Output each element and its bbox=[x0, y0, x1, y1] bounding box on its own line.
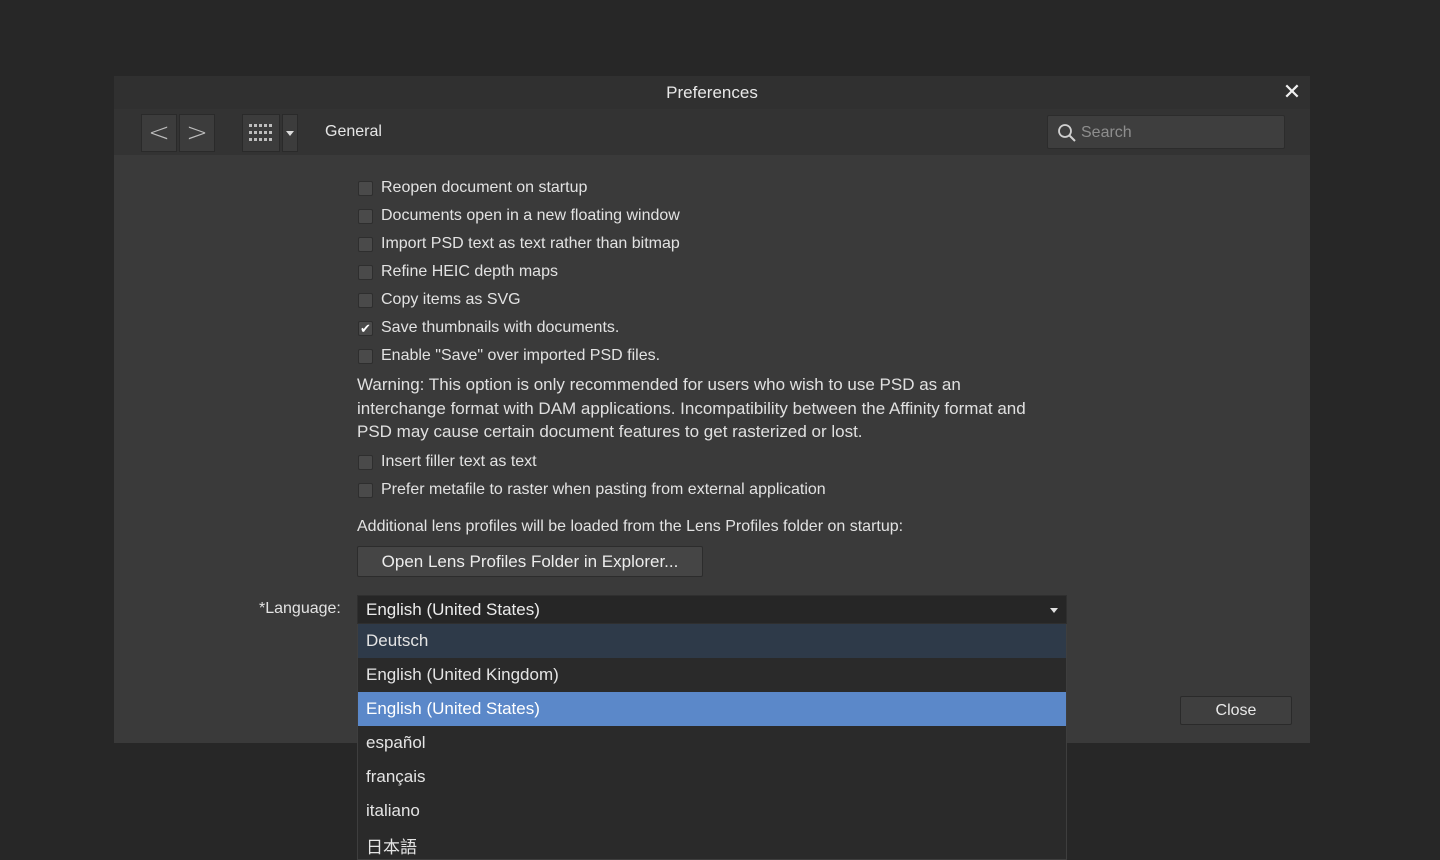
language-select[interactable]: English (United States) bbox=[357, 595, 1067, 624]
option-enable-save-psd[interactable]: Enable "Save" over imported PSD files. bbox=[358, 345, 660, 367]
lens-profiles-note: Additional lens profiles will be loaded … bbox=[357, 518, 904, 535]
checkbox[interactable] bbox=[358, 180, 373, 196]
back-button[interactable]: < bbox=[141, 114, 177, 152]
checkbox[interactable] bbox=[358, 264, 373, 280]
open-lens-folder-button[interactable]: Open Lens Profiles Folder in Explorer... bbox=[357, 546, 703, 577]
forward-button[interactable]: > bbox=[179, 114, 215, 152]
option-floating-window[interactable]: Documents open in a new floating window bbox=[358, 205, 680, 227]
checkbox[interactable] bbox=[358, 348, 373, 364]
language-select-value: English (United States) bbox=[366, 599, 540, 619]
option-refine-heic[interactable]: Refine HEIC depth maps bbox=[358, 261, 558, 283]
language-option[interactable]: English (United States) bbox=[358, 692, 1066, 726]
option-filler-text[interactable]: Insert filler text as text bbox=[358, 451, 537, 473]
chevron-down-icon[interactable] bbox=[1050, 608, 1058, 613]
psd-warning-text: Warning: This option is only recommended… bbox=[357, 375, 1026, 441]
option-label: Prefer metafile to raster when pasting f… bbox=[381, 481, 826, 498]
search-input[interactable]: Search bbox=[1047, 115, 1285, 149]
checkbox[interactable] bbox=[358, 236, 373, 252]
option-label: Refine HEIC depth maps bbox=[381, 263, 558, 280]
chevron-right-icon: > bbox=[186, 118, 208, 148]
option-copy-svg[interactable]: Copy items as SVG bbox=[358, 289, 521, 311]
option-save-thumbnails[interactable]: ✔ Save thumbnails with documents. bbox=[358, 317, 619, 339]
grid-icon bbox=[249, 124, 272, 141]
option-reopen-document[interactable]: Reopen document on startup bbox=[358, 177, 587, 199]
close-icon[interactable]: ✕ bbox=[1280, 79, 1304, 104]
language-option[interactable]: 日本語 bbox=[358, 828, 1066, 859]
language-option[interactable]: italiano bbox=[358, 794, 1066, 828]
checkbox[interactable] bbox=[358, 482, 373, 498]
language-option[interactable]: English (United Kingdom) bbox=[358, 658, 1066, 692]
toolbar: < > General Search bbox=[114, 109, 1310, 155]
categories-dropdown-button[interactable] bbox=[282, 114, 298, 152]
language-option[interactable]: Deutsch bbox=[358, 624, 1066, 658]
checkbox[interactable] bbox=[358, 292, 373, 308]
section-title: General bbox=[325, 123, 382, 140]
language-listbox[interactable]: Deutsch English (United Kingdom) English (… bbox=[357, 624, 1067, 860]
option-prefer-metafile[interactable]: Prefer metafile to raster when pasting f… bbox=[358, 479, 826, 501]
option-label: Documents open in a new floating window bbox=[381, 207, 680, 224]
language-option[interactable]: español bbox=[358, 726, 1066, 760]
language-label: *Language: bbox=[259, 600, 341, 617]
option-label: Copy items as SVG bbox=[381, 291, 521, 308]
chevron-left-icon: < bbox=[148, 118, 170, 148]
option-label: Reopen document on startup bbox=[381, 179, 588, 196]
option-label: Save thumbnails with documents. bbox=[381, 319, 620, 336]
checkbox[interactable] bbox=[358, 454, 373, 470]
search-placeholder: Search bbox=[1081, 124, 1132, 141]
option-label: Insert filler text as text bbox=[381, 453, 537, 470]
close-button[interactable]: Close bbox=[1180, 696, 1292, 725]
option-label: Enable "Save" over imported PSD files. bbox=[381, 347, 661, 364]
option-label: Import PSD text as text rather than bitm… bbox=[381, 235, 680, 252]
dialog-title: Preferences bbox=[666, 82, 758, 102]
option-import-psd-text[interactable]: Import PSD text as text rather than bitm… bbox=[358, 233, 680, 255]
checkbox[interactable] bbox=[358, 208, 373, 224]
checkbox-checked[interactable]: ✔ bbox=[358, 320, 373, 336]
language-option[interactable]: français bbox=[358, 760, 1066, 794]
search-icon bbox=[1058, 124, 1076, 142]
chevron-down-icon bbox=[286, 130, 294, 136]
dialog-titlebar: Preferences ✕ bbox=[114, 76, 1310, 109]
categories-grid-button[interactable] bbox=[242, 114, 280, 152]
